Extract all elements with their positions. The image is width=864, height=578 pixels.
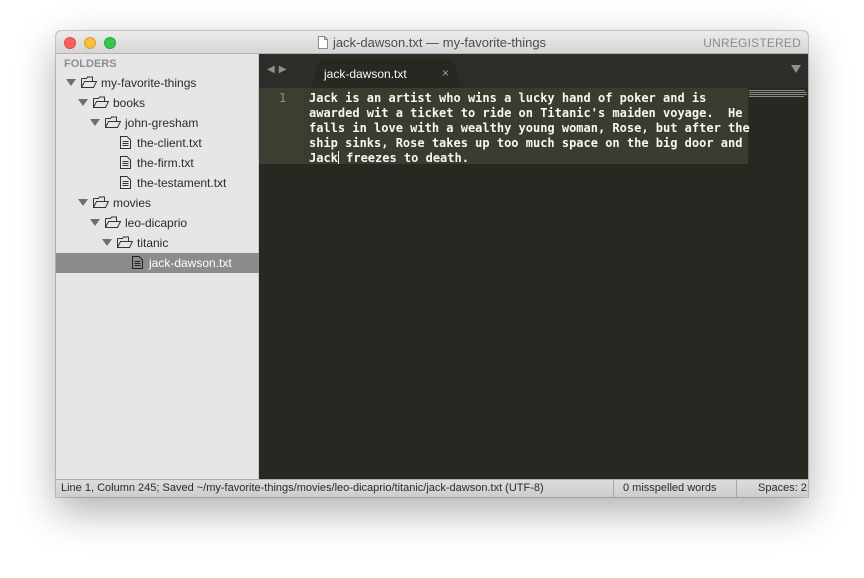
- open-folder-icon: [105, 116, 121, 128]
- tree-folder-movies[interactable]: movies: [56, 193, 259, 213]
- status-divider: [736, 480, 737, 497]
- tree-label: my-favorite-things: [101, 76, 197, 90]
- minimap[interactable]: [749, 90, 807, 98]
- close-tab-icon[interactable]: ×: [442, 66, 449, 80]
- text-file-icon: [120, 156, 131, 169]
- code-line: Jack freezes to death.: [309, 151, 749, 166]
- tree-file-the-client[interactable]: the-client.txt: [56, 133, 259, 153]
- window-title: jack-dawson.txt — my-favorite-things: [332, 35, 547, 50]
- text-file-icon: [120, 136, 131, 149]
- status-bar: Line 1, Column 245; Saved ~/my-favorite-…: [56, 479, 808, 497]
- text-file-icon: [132, 256, 143, 269]
- line-number: 1: [279, 91, 287, 105]
- title-bar[interactable]: jack-dawson.txt — my-favorite-things UNR…: [56, 31, 808, 54]
- code-text[interactable]: Jack is an artist who wins a lucky hand …: [309, 91, 750, 166]
- tab-label: jack-dawson.txt: [324, 67, 407, 81]
- sidebar: FOLDERS my-favorite-things books john-gr…: [56, 54, 259, 479]
- tree-file-jack-dawson[interactable]: jack-dawson.txt: [56, 253, 259, 273]
- disclosure-triangle-icon[interactable]: [78, 199, 88, 206]
- tree-label: the-testament.txt: [137, 176, 227, 190]
- tab-navigation: ◀▶: [267, 64, 290, 75]
- tree-label: titanic: [137, 236, 169, 250]
- code-line: Jack is an artist who wins a lucky hand …: [309, 91, 707, 105]
- text-file-icon: [120, 176, 131, 189]
- open-folder-icon: [117, 236, 133, 248]
- tab-menu-dropdown-icon[interactable]: [791, 65, 801, 73]
- code-line: awarded wit a ticket to ride on Titanic'…: [309, 106, 743, 120]
- tree-folder-leo-dicaprio[interactable]: leo-dicaprio: [56, 213, 259, 233]
- window-title-area: jack-dawson.txt — my-favorite-things: [56, 35, 808, 50]
- code-line: ship sinks, Rose takes up too much space…: [309, 136, 743, 150]
- back-arrow-icon[interactable]: ◀: [267, 64, 279, 75]
- tree-label: the-firm.txt: [137, 156, 194, 170]
- code-segment: Jack: [309, 151, 338, 165]
- open-folder-icon: [81, 76, 97, 88]
- code-segment: freezes to death.: [338, 151, 469, 165]
- tree-label: the-client.txt: [137, 136, 202, 150]
- tree-label: books: [113, 96, 146, 110]
- tab-jack-dawson[interactable]: jack-dawson.txt ×: [309, 59, 464, 88]
- open-folder-icon: [93, 96, 109, 108]
- code-line: falls in love with a wealthy young woman…: [309, 121, 750, 135]
- tree-folder-john-gresham[interactable]: john-gresham: [56, 113, 259, 133]
- disclosure-triangle-icon[interactable]: [78, 99, 88, 106]
- open-folder-icon: [105, 216, 121, 228]
- disclosure-triangle-icon[interactable]: [90, 219, 100, 226]
- disclosure-triangle-icon[interactable]: [90, 119, 100, 126]
- tree-folder-titanic[interactable]: titanic: [56, 233, 259, 253]
- folders-header: FOLDERS: [64, 58, 117, 70]
- forward-arrow-icon[interactable]: ▶: [279, 64, 291, 75]
- status-spelling[interactable]: 0 misspelled words: [623, 482, 717, 494]
- editor-window: jack-dawson.txt — my-favorite-things UNR…: [56, 31, 808, 497]
- open-folder-icon: [93, 196, 109, 208]
- document-icon: [317, 36, 328, 49]
- tree-folder-my-favorite-things[interactable]: my-favorite-things: [56, 73, 259, 93]
- disclosure-triangle-icon[interactable]: [102, 239, 112, 246]
- tab-bar: ◀▶ jack-dawson.txt ×: [259, 54, 808, 88]
- tree-folder-books[interactable]: books: [56, 93, 259, 113]
- tree-file-the-testament[interactable]: the-testament.txt: [56, 173, 259, 193]
- status-position: Line 1, Column 245; Saved ~/my-favorite-…: [61, 482, 544, 494]
- disclosure-triangle-icon[interactable]: [66, 79, 76, 86]
- tree-file-the-firm[interactable]: the-firm.txt: [56, 153, 259, 173]
- status-divider: [613, 480, 614, 497]
- tree-label: jack-dawson.txt: [149, 256, 232, 270]
- status-indentation[interactable]: Spaces: 2: [758, 482, 807, 494]
- tree-label: movies: [113, 196, 152, 210]
- unregistered-label: UNREGISTERED: [703, 36, 801, 50]
- tree-label: leo-dicaprio: [125, 216, 188, 230]
- tree-label: john-gresham: [125, 116, 199, 130]
- text-editor[interactable]: 1 Jack is an artist who wins a lucky han…: [259, 88, 808, 479]
